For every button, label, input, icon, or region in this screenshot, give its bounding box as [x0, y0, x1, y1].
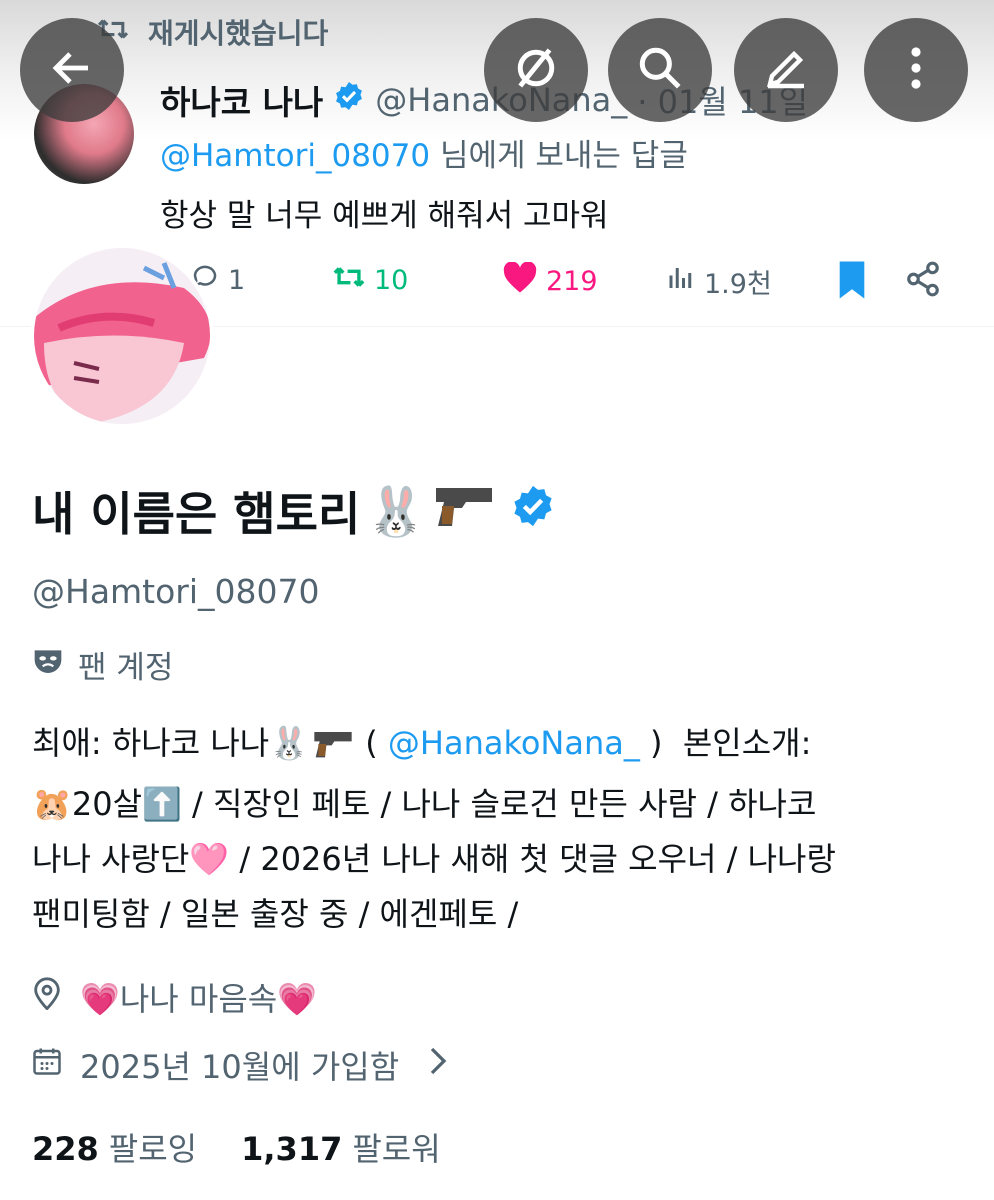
gun-emoji-icon — [432, 482, 496, 541]
views-count: 1.9천 — [704, 269, 772, 300]
back-arrow-icon — [48, 44, 96, 96]
views-icon — [666, 263, 696, 300]
reply-count: 1 — [228, 265, 246, 296]
retweet-indicator: 재게시했습니다 — [96, 12, 328, 52]
retweet-label: 재게시했습니다 — [148, 17, 329, 50]
bio-line3: 나나 사랑단🩷 / 2026년 나나 새해 첫 댓글 오우너 / 나나랑 — [32, 840, 836, 878]
views-button[interactable]: 1.9천 — [666, 262, 772, 301]
retweet-count: 10 — [374, 265, 409, 296]
chevron-right-icon — [427, 1046, 449, 1084]
joined-text: 2025년 10월에 가입함 — [80, 1048, 400, 1086]
reply-to-link[interactable]: @Hamtori_08070 — [160, 138, 430, 174]
profile-display-name: 내 이름은 햄토리 — [32, 487, 361, 541]
bookmark-icon — [836, 261, 868, 304]
profile-location: 💗나나 마음속💗 — [32, 974, 317, 1020]
like-icon — [502, 261, 538, 301]
profile-joined[interactable]: 2025년 10월에 가입함 — [32, 1042, 449, 1088]
retweet-action-icon — [332, 262, 366, 299]
bookmark-button[interactable] — [836, 260, 868, 304]
hide-icon — [509, 41, 563, 99]
reply-context: @Hamtori_08070 님에게 보내는 답글 — [160, 130, 688, 175]
more-button[interactable] — [864, 18, 968, 122]
bio-mention-link[interactable]: @HanakoNana_ — [388, 724, 640, 762]
like-count: 219 — [546, 266, 598, 297]
following-count: 228 — [32, 1130, 99, 1168]
bio-line1-suffix: ) 본인소개: — [639, 724, 812, 762]
search-icon — [635, 43, 685, 97]
more-vertical-icon — [896, 44, 936, 96]
profile-avatar[interactable] — [30, 244, 214, 428]
following-label: 팔로잉 — [108, 1130, 198, 1168]
tweet-author-name[interactable]: 하나코 나나 — [160, 76, 323, 124]
edit-icon — [762, 44, 810, 96]
followers-link[interactable]: 1,317 팔로워 — [241, 1124, 441, 1170]
bunny-emoji: 🐰 — [366, 483, 427, 540]
follow-stats: 228 팔로잉 1,317 팔로워 — [32, 1124, 441, 1170]
back-button[interactable] — [20, 18, 124, 122]
account-label: 팬 계정 — [32, 642, 173, 687]
profile-handle: @Hamtori_08070 — [32, 572, 320, 611]
share-icon — [904, 261, 942, 302]
tweet-text: 항상 말 너무 예쁘게 해줘서 고마워 — [160, 198, 609, 234]
bio-line4: 팬미팅함 / 일본 출장 중 / 에겐페토 / — [32, 895, 519, 933]
edit-button[interactable] — [734, 18, 838, 122]
bio-mention-open: ( — [355, 724, 388, 762]
retweet-button[interactable]: 10 — [332, 262, 408, 299]
profile-bio: 최애: 하나코 나나🐰 ( @HanakoNana_ ) 본인소개: 🐹20살⬆… — [32, 716, 952, 942]
like-button[interactable]: 219 — [502, 261, 598, 301]
share-button[interactable] — [904, 260, 942, 302]
following-link[interactable]: 228 팔로잉 — [32, 1124, 197, 1170]
gun-emoji-icon — [311, 722, 355, 777]
verified-badge-icon — [333, 80, 365, 120]
tweet-author-row: 하나코 나나 @HanakoNana_ · 01월 11일 — [160, 76, 808, 124]
followers-count: 1,317 — [241, 1130, 343, 1168]
verified-badge-icon — [510, 483, 556, 540]
location-text: 💗나나 마음속💗 — [80, 980, 318, 1018]
bio-line1-prefix: 최애: 하나코 나나🐰 — [32, 724, 310, 762]
calendar-icon — [32, 1046, 62, 1084]
location-icon — [32, 976, 62, 1018]
reply-to-suffix: 님에게 보내는 답글 — [439, 138, 688, 174]
mask-icon — [32, 646, 64, 684]
search-button[interactable] — [608, 18, 712, 122]
hide-button[interactable] — [484, 18, 588, 122]
profile-name: 내 이름은 햄토리 🐰 — [32, 478, 556, 544]
account-label-text: 팬 계정 — [78, 650, 174, 686]
bio-line2: 🐹20살⬆️ / 직장인 페토 / 나나 슬로건 만든 사람 / 하나코 — [32, 785, 817, 823]
followers-label: 팔로워 — [352, 1130, 441, 1168]
